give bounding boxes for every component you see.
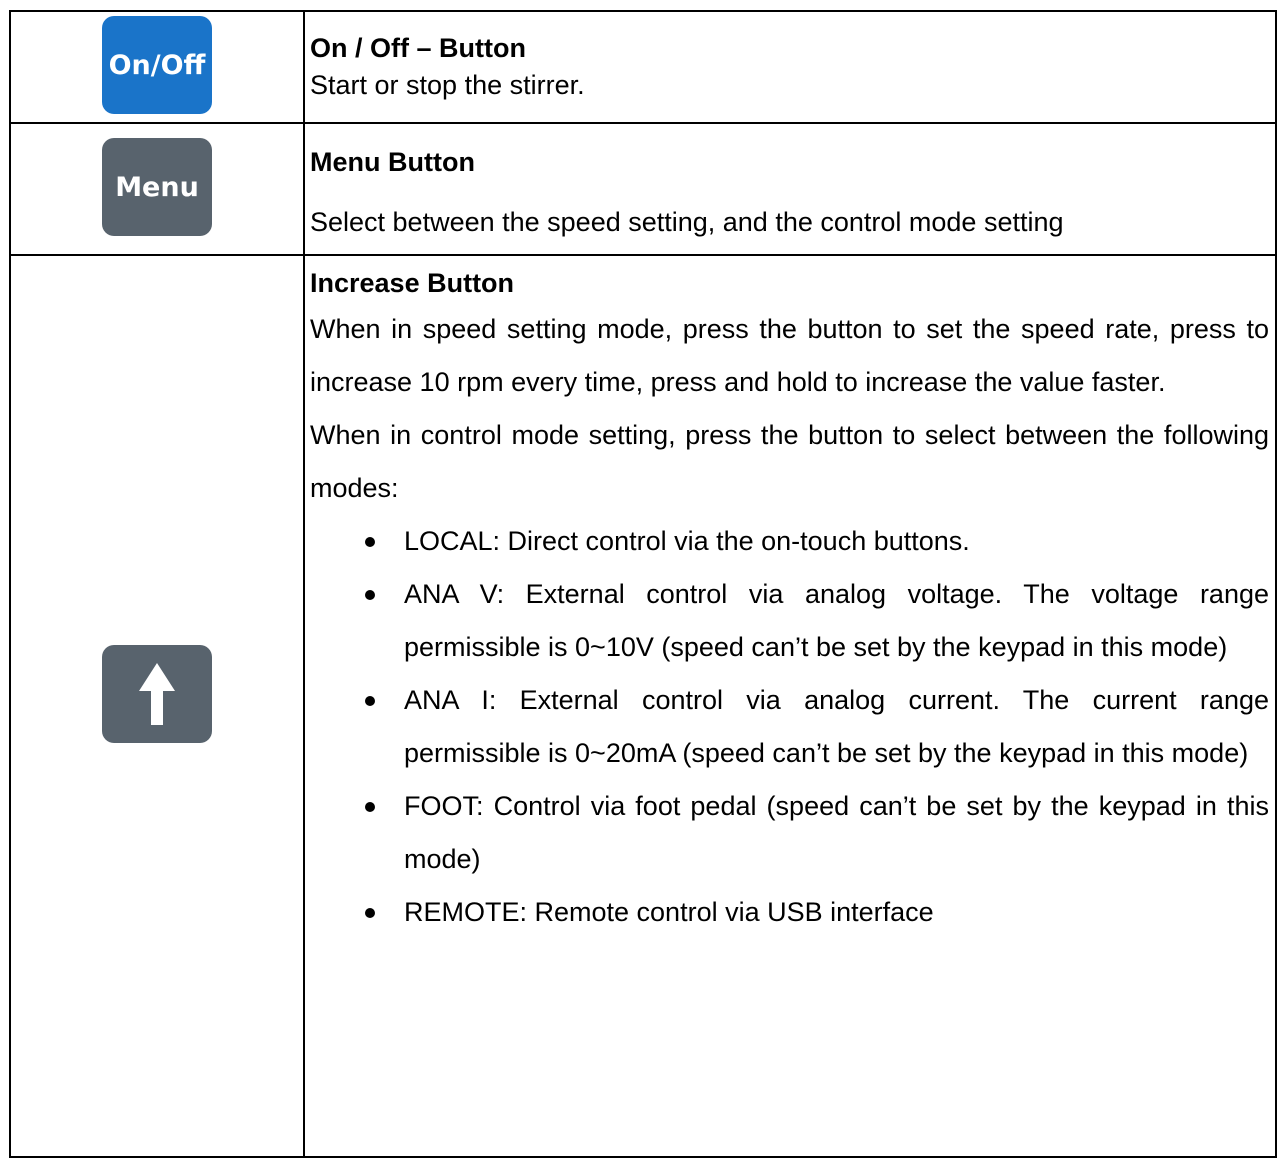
on-off-key-icon: On/Off [102,16,212,114]
mode-text: FOOT: Control via foot pedal (speed can’… [404,791,1269,874]
bullet-icon [365,802,375,812]
increase-body: When in speed setting mode, press the bu… [310,303,1269,939]
increase-key-icon [102,645,212,743]
description-cell: On / Off – Button Start or stop the stir… [303,10,1277,124]
bullet-icon [365,590,375,600]
menu-key-icon: Menu [102,138,212,236]
mode-text: ANA I: External control via analog curre… [404,685,1269,768]
control-mode-paragraph: When in control mode setting, press the … [310,420,1269,503]
description-cell: Menu Button Select between the speed set… [303,122,1277,256]
menu-description: Select between the speed setting, and th… [310,207,1064,237]
description-cell: Increase Button When in speed setting mo… [303,254,1277,1158]
increase-title: Increase Button [310,268,515,298]
list-item: FOOT: Control via foot pedal (speed can’… [310,780,1269,886]
on-off-description: Start or stop the stirrer. [310,70,585,100]
up-arrow-icon [139,663,175,725]
bullet-icon [365,537,375,547]
list-item: ANA I: External control via analog curre… [310,674,1269,780]
table-row: Menu Menu Button Select between the spee… [9,122,1277,256]
bullet-icon [365,908,375,918]
list-item: ANA V: External control via analog volta… [310,568,1269,674]
on-off-title: On / Off – Button [310,33,526,63]
list-item: REMOTE: Remote control via USB interface [310,886,1269,939]
mode-text: REMOTE: Remote control via USB interface [404,897,934,927]
table-row: On/Off On / Off – Button Start or stop t… [9,10,1277,124]
speed-mode-paragraph: When in speed setting mode, press the bu… [310,314,1269,397]
mode-list: LOCAL: Direct control via the on-touch b… [310,515,1269,939]
table-row: Increase Button When in speed setting mo… [9,254,1277,1158]
bullet-icon [365,696,375,706]
mode-text: ANA V: External control via analog volta… [404,579,1269,662]
icon-cell [9,254,305,1158]
mode-text: LOCAL: Direct control via the on-touch b… [404,526,970,556]
menu-title: Menu Button [310,147,475,177]
icon-cell: On/Off [9,10,305,124]
on-off-key-label: On/Off [108,49,206,81]
list-item: LOCAL: Direct control via the on-touch b… [310,515,1269,568]
icon-cell: Menu [9,122,305,256]
menu-key-label: Menu [115,171,199,203]
button-description-table: On/Off On / Off – Button Start or stop t… [9,10,1277,1158]
